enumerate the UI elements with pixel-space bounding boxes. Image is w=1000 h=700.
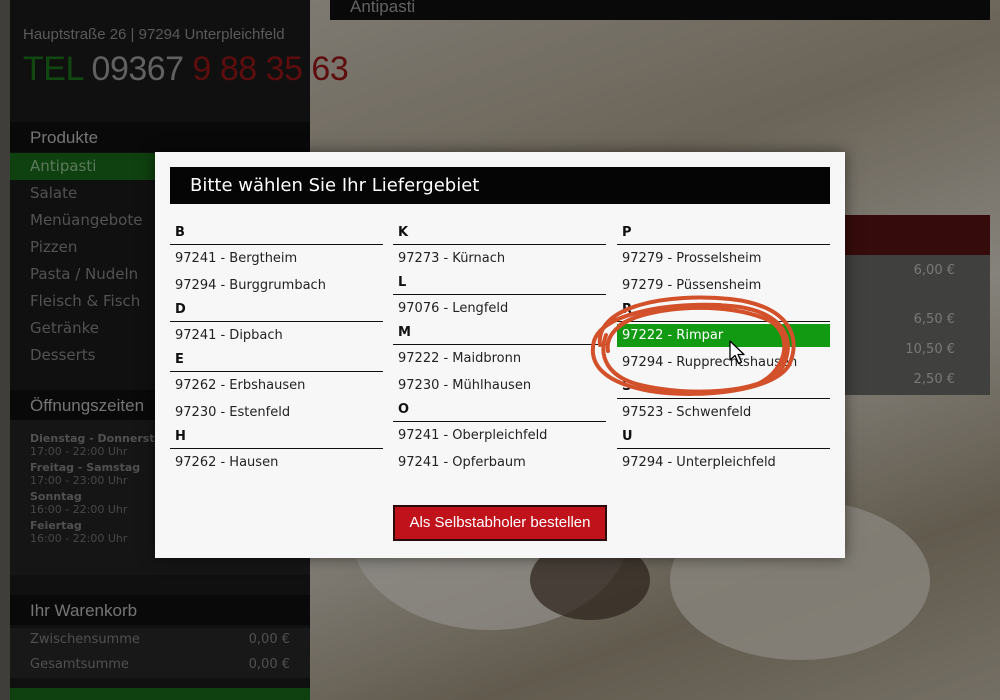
letter-heading: M xyxy=(393,322,606,345)
delivery-area-option[interactable]: 97523 - Schwenfeld xyxy=(617,399,830,426)
delivery-area-option[interactable]: 97241 - Opferbaum xyxy=(393,449,606,476)
letter-heading: L xyxy=(393,272,606,295)
delivery-area-option[interactable]: 97273 - Kürnach xyxy=(393,245,606,272)
letter-heading: B xyxy=(170,222,383,245)
delivery-area-modal: Bitte wählen Sie Ihr Liefergebiet B 97241… xyxy=(155,152,845,558)
letter-heading: D xyxy=(170,299,383,322)
letter-heading: P xyxy=(617,222,830,245)
letter-heading: E xyxy=(170,349,383,372)
area-column: P 97279 - Prosselsheim 97279 - Püssensheim… xyxy=(617,222,830,476)
pickup-order-button[interactable]: Als Selbstabholer bestellen xyxy=(393,505,607,541)
letter-heading: H xyxy=(170,426,383,449)
letter-heading: U xyxy=(617,426,830,449)
area-column: K 97273 - Kürnach L 97076 - Lengfeld M 97222 … xyxy=(393,222,606,476)
delivery-area-option[interactable]: 97279 - Püssensheim xyxy=(617,272,830,299)
delivery-area-option[interactable]: 97241 - Bergtheim xyxy=(170,245,383,272)
delivery-area-option[interactable]: 97222 - Rimpar xyxy=(617,324,830,347)
area-column: B 97241 - Bergtheim 97294 - Burggrumbach D 9… xyxy=(170,222,383,476)
delivery-area-option[interactable]: 97230 - Estenfeld xyxy=(170,399,383,426)
delivery-area-option[interactable]: 97262 - Hausen xyxy=(170,449,383,476)
modal-title: Bitte wählen Sie Ihr Liefergebiet xyxy=(170,167,830,204)
delivery-area-option[interactable]: 97294 - Unterpleichfeld xyxy=(617,449,830,476)
delivery-area-option[interactable]: 97241 - Dipbach xyxy=(170,322,383,349)
delivery-area-option[interactable]: 97241 - Oberpleichfeld xyxy=(393,422,606,449)
delivery-area-option[interactable]: 97294 - Rupprechtshausen xyxy=(617,349,830,376)
delivery-area-option[interactable]: 97222 - Maidbronn xyxy=(393,345,606,372)
letter-heading: K xyxy=(393,222,606,245)
letter-heading: S xyxy=(617,376,830,399)
delivery-area-option[interactable]: 97230 - Mühlhausen xyxy=(393,372,606,399)
letter-heading: R xyxy=(617,299,830,322)
delivery-area-option[interactable]: 97294 - Burggrumbach xyxy=(170,272,383,299)
delivery-area-option[interactable]: 97279 - Prosselsheim xyxy=(617,245,830,272)
letter-heading: O xyxy=(393,399,606,422)
delivery-area-option[interactable]: 97262 - Erbshausen xyxy=(170,372,383,399)
delivery-area-option[interactable]: 97076 - Lengfeld xyxy=(393,295,606,322)
